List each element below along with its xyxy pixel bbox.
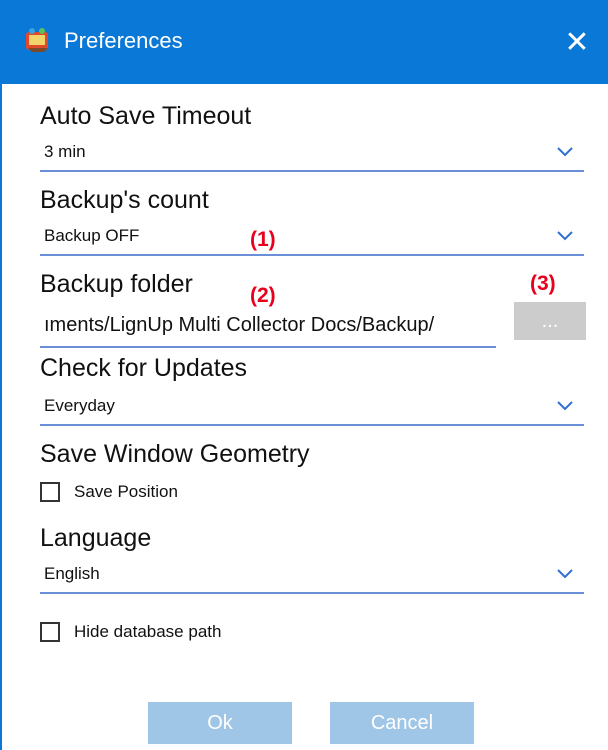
backup-folder-input[interactable]: ıments/LignUp Multi Collector Docs/Backu…	[40, 308, 496, 348]
language-label: Language	[40, 524, 152, 552]
preferences-form: Auto Save Timeout 3 min Backup's count B…	[0, 84, 608, 750]
backup-count-label: Backup's count	[40, 186, 209, 214]
chevron-down-icon	[557, 569, 573, 579]
close-button[interactable]: ✕	[546, 0, 608, 84]
auto-save-label: Auto Save Timeout	[40, 102, 252, 130]
hide-db-label: Hide database path	[74, 622, 222, 641]
updates-value: Everyday	[44, 396, 115, 415]
save-position-label: Save Position	[74, 482, 178, 501]
updates-select[interactable]: Everyday	[40, 390, 584, 426]
updates-label: Check for Updates	[40, 354, 248, 382]
save-position-checkbox[interactable]	[40, 482, 60, 502]
geometry-label: Save Window Geometry	[40, 440, 310, 468]
hide-db-row[interactable]: Hide database path	[40, 622, 221, 642]
ok-button[interactable]: Ok	[148, 702, 292, 744]
chevron-down-icon	[557, 401, 573, 411]
backup-count-select[interactable]: Backup OFF	[40, 220, 584, 256]
annotation-3: (3)	[530, 272, 556, 295]
hide-db-checkbox[interactable]	[40, 622, 60, 642]
backup-folder-value: ıments/LignUp Multi Collector Docs/Backu…	[44, 314, 435, 336]
language-value: English	[44, 564, 100, 583]
auto-save-select[interactable]: 3 min	[40, 136, 584, 172]
chevron-down-icon	[557, 231, 573, 241]
backup-folder-label: Backup folder	[40, 270, 193, 298]
window-title: Preferences	[64, 28, 183, 53]
title-bar: Preferences ✕	[0, 0, 608, 84]
browse-button[interactable]: ...	[514, 302, 586, 340]
app-logo-icon	[26, 28, 48, 52]
backup-count-value: Backup OFF	[44, 226, 140, 245]
language-select[interactable]: English	[40, 558, 584, 594]
chevron-down-icon	[557, 147, 573, 157]
annotation-1: (1)	[250, 228, 276, 251]
annotation-2: (2)	[250, 284, 276, 307]
close-icon: ✕	[564, 25, 590, 59]
auto-save-value: 3 min	[44, 142, 86, 161]
cancel-button[interactable]: Cancel	[330, 702, 474, 744]
save-position-row[interactable]: Save Position	[40, 482, 178, 502]
